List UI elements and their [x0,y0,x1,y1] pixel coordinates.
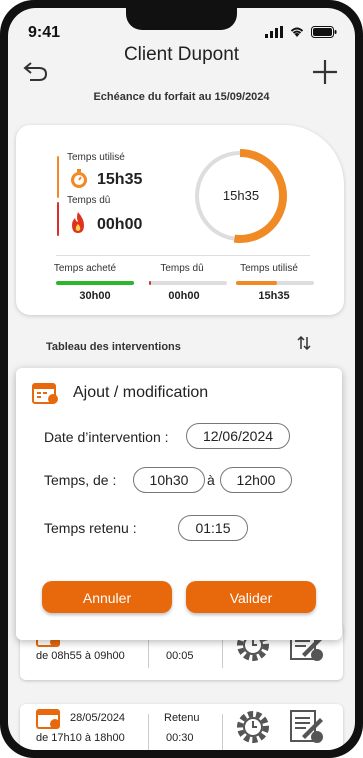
time-to-field[interactable]: 12h00 [220,467,292,493]
summary-divider [56,255,310,256]
due-col-value: 00h00 [168,290,200,302]
retenu-label: Temps retenu : [44,520,137,536]
due-label: Temps dû [67,195,111,206]
interventions-title: Tableau des interventions [46,341,181,353]
list-item[interactable]: 28/05/2024 de 17h10 à 18h00 Retenu 00:30 [20,704,343,750]
used-col-value: 15h35 [258,290,290,302]
date-field[interactable]: 12/06/2024 [186,423,290,449]
used-progress [236,281,314,285]
time-label: Temps, de : [44,472,117,488]
gear-clock-icon[interactable] [234,708,272,746]
due-progress [149,281,227,285]
due-col-label: Temps dû [160,263,204,274]
modal-title: Ajout / modification [73,384,209,401]
sort-button[interactable] [297,335,311,355]
row-retenu-value: 00:05 [166,650,194,662]
used-col-label: Temps utilisé [240,263,298,274]
row-retenu-label: Retenu [164,712,200,724]
purchased-label: Temps acheté [53,263,117,274]
row-range: de 08h55 à 09h00 [36,650,125,662]
status-icons [265,26,337,38]
app-screen: 9:41 Client Dupont Echéance du forfait a… [8,8,355,750]
used-bar-marker [57,156,59,198]
due-value: 00h00 [97,216,143,233]
purchased-value: 30h00 [79,290,111,302]
plus-icon [313,60,337,84]
notch [126,8,237,30]
time-to-separator: à [207,472,215,488]
calendar-icon [36,709,60,729]
page-title: Client Dupont [123,44,240,65]
battery-icon [311,26,337,38]
due-bar-marker [57,202,59,236]
row-retenu-value: 00:30 [166,732,194,744]
sort-icon [297,335,311,351]
row-separator [222,714,223,750]
row-date: 28/05/2024 [70,712,126,724]
edit-document-icon[interactable] [288,708,326,746]
time-from-field[interactable]: 10h30 [133,467,205,493]
wifi-icon [290,27,304,37]
add-button[interactable] [311,58,339,91]
stopwatch-icon [71,169,87,188]
row-separator [148,714,149,750]
signal-icon [265,26,283,38]
retenu-field[interactable]: 01:15 [178,515,248,541]
row-range: de 17h10 à 18h00 [36,732,125,744]
purchased-progress [56,281,134,285]
cancel-button[interactable]: Annuler [42,581,172,613]
used-label: Temps utilisé [67,152,125,163]
phone-frame: 9:41 Client Dupont Echéance du forfait a… [0,0,363,758]
summary-card [16,125,344,315]
status-time: 9:41 [28,24,61,41]
package-deadline: Echéance du forfait au 15/09/2024 [93,91,270,103]
fire-icon [72,212,84,233]
calendar-icon [32,383,58,404]
edit-intervention-modal: Ajout / modification Date d’intervention… [16,368,342,640]
used-value: 15h35 [97,171,143,188]
confirm-button[interactable]: Valider [186,581,316,613]
date-label: Date d’intervention : [44,429,169,445]
ring-value: 15h35 [222,188,260,203]
